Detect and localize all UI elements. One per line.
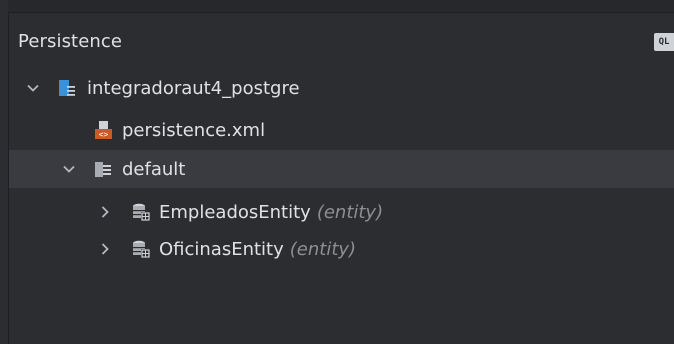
tree-row-persistence-xml[interactable]: <> persistence.xml: [9, 111, 674, 149]
chevron-right-icon[interactable]: [97, 241, 113, 257]
panel-title: Persistence: [18, 31, 123, 52]
svg-text:<>: <>: [99, 130, 109, 139]
persistence-unit-icon: [57, 78, 77, 98]
database-entity-icon: [131, 202, 151, 222]
tree-row-persistence-unit[interactable]: integradoraut4_postgre: [9, 69, 674, 107]
entity-name: EmpleadosEntity: [159, 201, 311, 223]
left-tool-strip: [0, 0, 9, 344]
persistence-unit-label: integradoraut4_postgre: [87, 77, 300, 99]
tree-row-entity[interactable]: OficinasEntity (entity): [9, 230, 674, 268]
persistence-panel: Persistence QL integradoraut4_postgre <>: [9, 13, 674, 344]
top-tab-strip: [8, 0, 674, 13]
chevron-down-icon[interactable]: [25, 80, 41, 96]
folder-list-icon: [93, 159, 113, 179]
default-label: default: [122, 158, 186, 180]
database-entity-icon: [131, 239, 151, 259]
entity-name: OficinasEntity: [159, 238, 284, 260]
entity-hint: (entity): [289, 238, 357, 260]
xml-file-icon: <>: [93, 120, 113, 140]
chevron-right-icon[interactable]: [97, 204, 113, 220]
entity-label: EmpleadosEntity (entity): [159, 202, 383, 223]
tree-row-default[interactable]: default: [9, 150, 674, 188]
entity-label: OficinasEntity (entity): [159, 239, 356, 260]
entity-hint: (entity): [316, 201, 384, 223]
chevron-down-icon[interactable]: [61, 161, 77, 177]
tree-row-entity[interactable]: EmpleadosEntity (entity): [9, 193, 674, 231]
panel-header: Persistence QL: [9, 13, 674, 68]
persistence-xml-label: persistence.xml: [122, 119, 266, 141]
ql-console-icon[interactable]: QL: [654, 33, 674, 51]
